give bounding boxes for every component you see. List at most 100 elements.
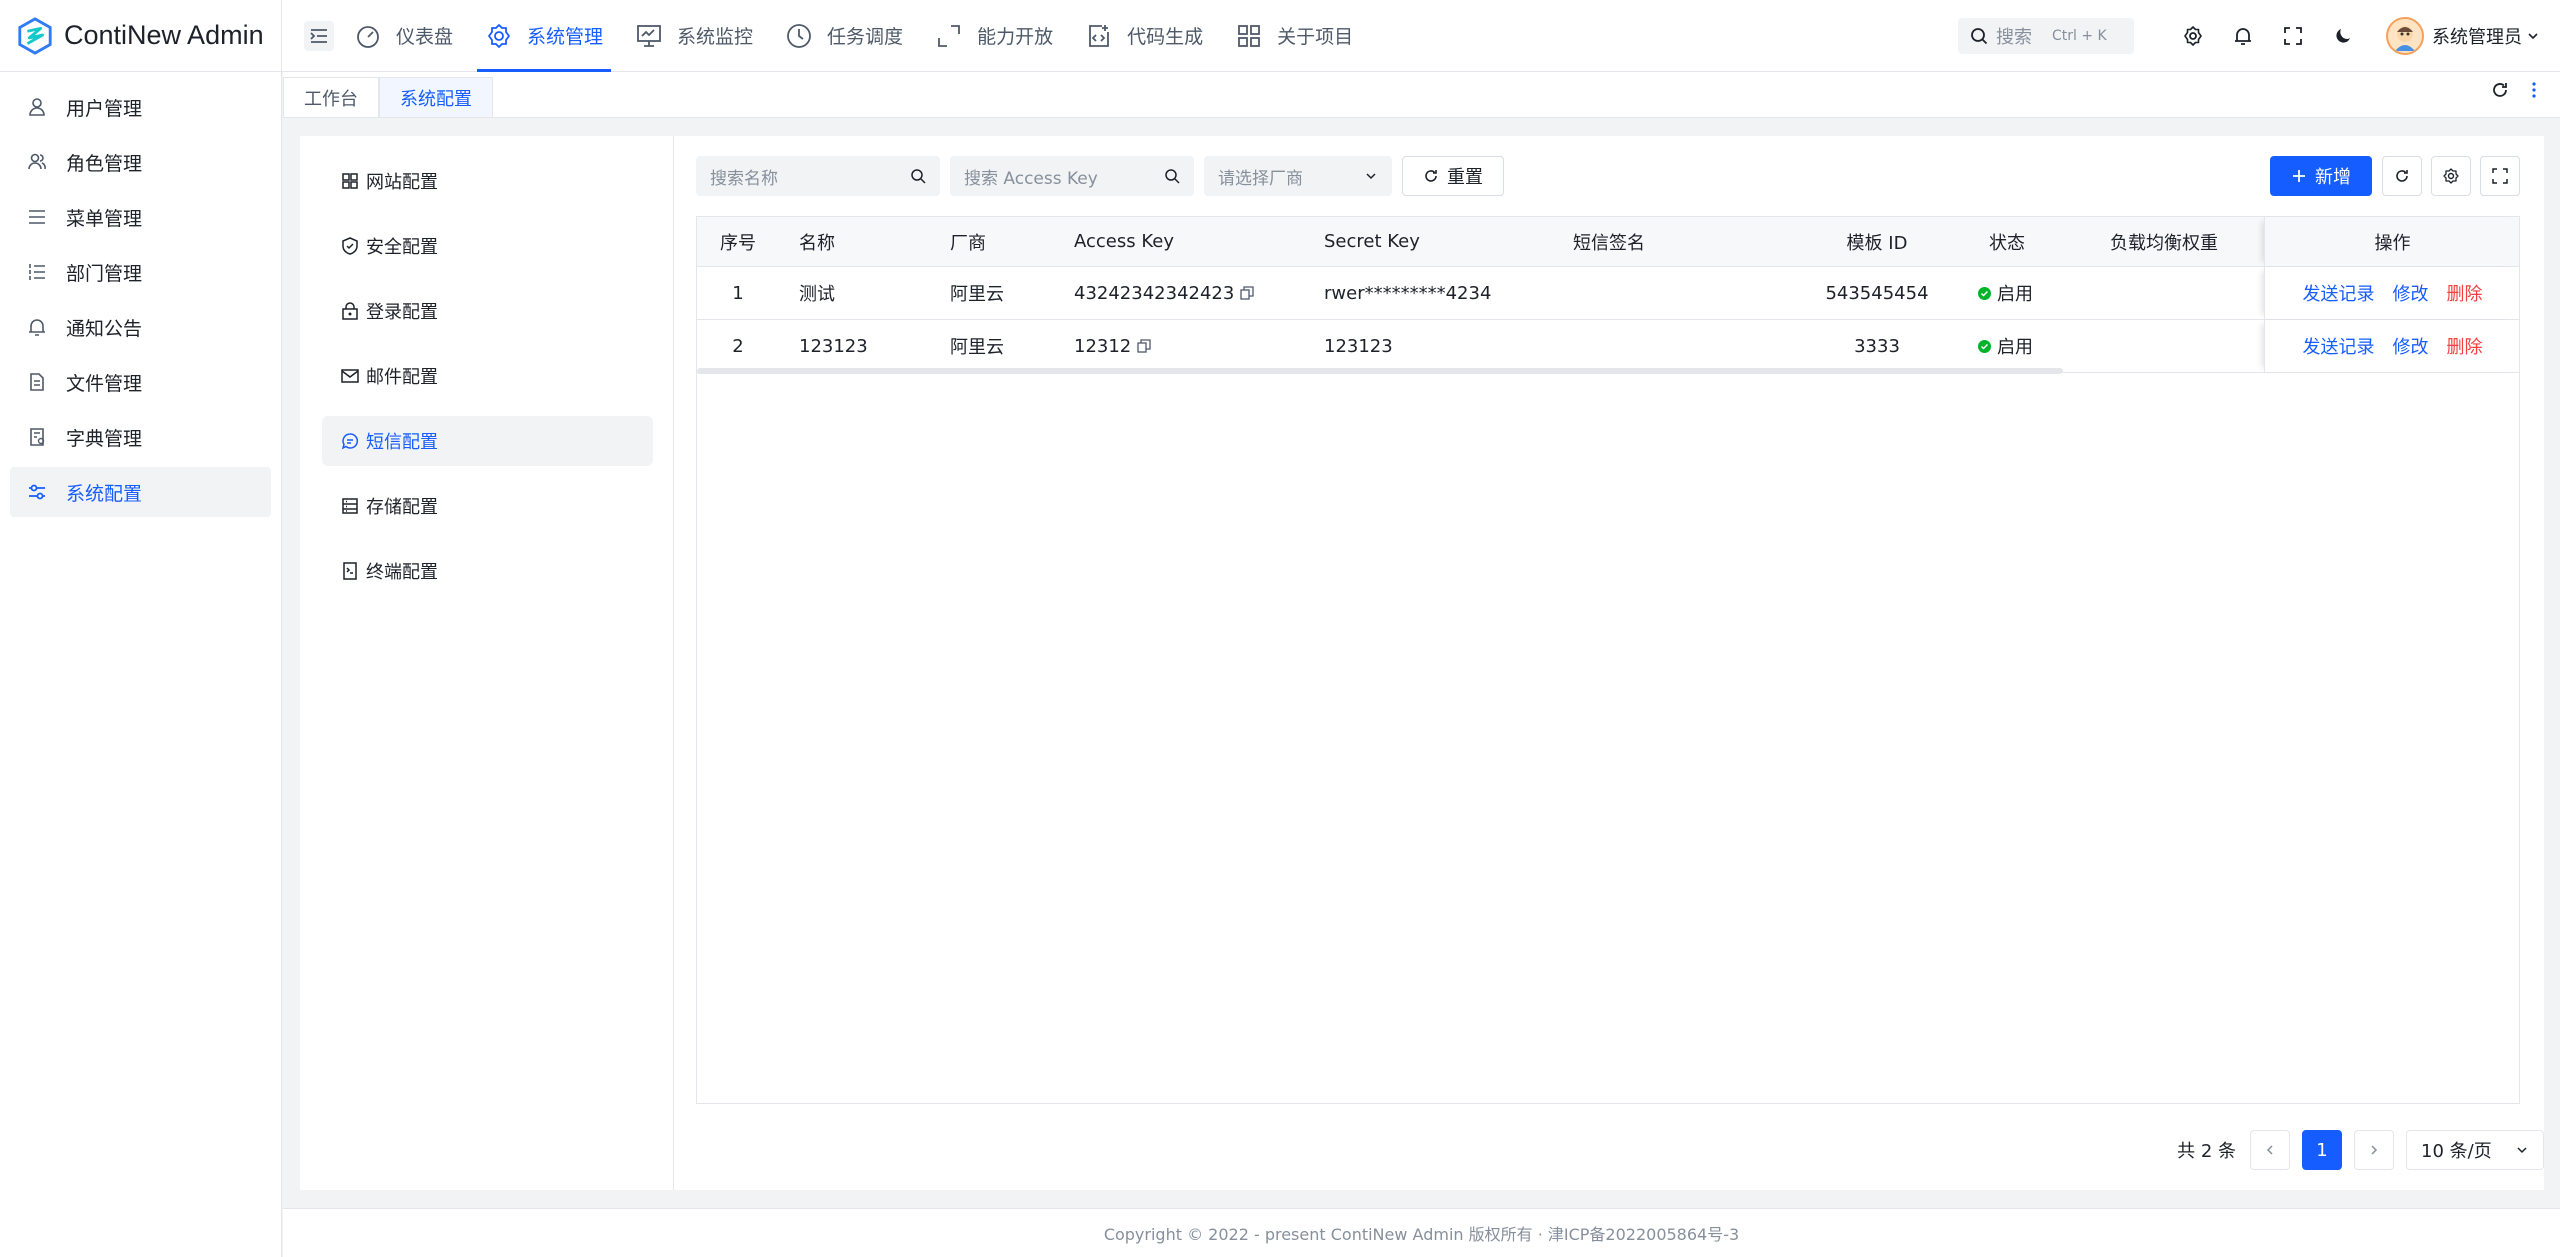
row-actions-group: 发送记录 修改 删除 [2265, 320, 2520, 372]
clock-icon [785, 22, 813, 50]
notification-button[interactable] [2218, 11, 2268, 61]
row-vendor: 阿里云 [950, 337, 1004, 358]
table-toolbar: 搜索名称 搜索 Access Key 请选择厂商 重置 新增 [696, 156, 2520, 196]
search-name-input[interactable]: 搜索名称 [696, 156, 940, 196]
subnav-login-config[interactable]: 登录配置 [322, 286, 653, 336]
column-header: Access Key [1074, 231, 1174, 252]
search-access-key-input[interactable]: 搜索 Access Key [950, 156, 1194, 196]
table-fullscreen-button[interactable] [2480, 156, 2520, 196]
tab-label: 工作台 [304, 88, 358, 110]
sidebar-item-roles[interactable]: 角色管理 [10, 137, 271, 187]
page-size-select[interactable]: 10 条/页 [2406, 1130, 2544, 1170]
fixed-actions-column: 操作 [2264, 217, 2519, 266]
prev-page-button[interactable] [2250, 1130, 2290, 1170]
success-check-icon [1978, 339, 1991, 353]
search-icon [911, 169, 926, 184]
reset-button[interactable]: 重置 [1402, 156, 1504, 196]
subnav-label: 安全配置 [366, 237, 438, 258]
add-button[interactable]: 新增 [2270, 156, 2372, 196]
subnav-label: 网站配置 [366, 172, 438, 193]
sidebar-item-files[interactable]: 文件管理 [10, 357, 271, 407]
global-search[interactable]: 搜索 Ctrl + K [1958, 18, 2134, 54]
next-page-button[interactable] [2354, 1130, 2394, 1170]
sidebar-item-menus[interactable]: 菜单管理 [10, 192, 271, 242]
copy-icon[interactable] [1137, 339, 1151, 353]
search-icon [1165, 169, 1180, 184]
horizontal-scrollbar[interactable] [697, 368, 2063, 374]
sliders-icon [26, 481, 48, 503]
chevron-left-icon [2266, 1145, 2273, 1155]
column-header: 名称 [799, 232, 835, 254]
input-placeholder: 搜索名称 [710, 168, 778, 189]
row-actions-group: 发送记录 修改 删除 [2265, 267, 2520, 319]
row-name: 123123 [799, 335, 868, 357]
gear-icon [485, 22, 513, 50]
sidebar-item-departments[interactable]: 部门管理 [10, 247, 271, 297]
topnav-system-monitor[interactable]: 系统监控 [619, 0, 769, 72]
subnav-label: 邮件配置 [366, 367, 438, 388]
sidebar-item-label: 文件管理 [66, 372, 143, 395]
row-index: 1 [732, 282, 744, 304]
topnav-system-management[interactable]: 系统管理 [469, 0, 619, 72]
subnav-sms-config[interactable]: 短信配置 [322, 416, 653, 466]
column-header: 负载均衡权重 [2110, 232, 2218, 254]
row-name: 测试 [799, 284, 835, 305]
table-header: 序号 名称 厂商 Access Key Secret Key 短信签名 模板 I… [697, 217, 2519, 267]
subnav-storage-config[interactable]: 存储配置 [322, 481, 653, 531]
apps-icon [340, 171, 360, 191]
storage-icon [340, 496, 360, 516]
tab-system-config[interactable]: 系统配置 [379, 77, 493, 117]
collapse-menu-button[interactable] [304, 20, 334, 51]
topnav-open-capability[interactable]: 能力开放 [919, 0, 1069, 72]
more-vertical-icon[interactable] [2524, 80, 2544, 100]
page-button-current[interactable]: 1 [2302, 1130, 2342, 1170]
vendor-select[interactable]: 请选择厂商 [1204, 156, 1392, 196]
subnav-security-config[interactable]: 安全配置 [322, 221, 653, 271]
send-records-link[interactable]: 发送记录 [2303, 280, 2375, 306]
gear-icon [2184, 26, 2202, 46]
sms-config-panel: 搜索名称 搜索 Access Key 请选择厂商 重置 新增 序号 名称 厂商 … [696, 136, 2544, 1190]
column-header: 操作 [2374, 232, 2411, 254]
topnav-dashboard[interactable]: 仪表盘 [338, 0, 469, 72]
success-check-icon [1978, 286, 1991, 300]
tab-workbench[interactable]: 工作台 [283, 77, 379, 117]
sidebar-item-dictionary[interactable]: 字典管理 [10, 412, 271, 462]
theme-toggle-button[interactable] [2318, 11, 2368, 61]
app-logo[interactable]: ContiNew Admin [0, 0, 282, 72]
subnav-label: 终端配置 [366, 562, 438, 583]
delete-link[interactable]: 删除 [2447, 280, 2483, 306]
tabs-actions [2490, 80, 2544, 100]
dictionary-icon [26, 426, 48, 448]
edit-link[interactable]: 修改 [2393, 333, 2429, 359]
sidebar-item-system-config[interactable]: 系统配置 [10, 467, 271, 517]
sidebar-item-notices[interactable]: 通知公告 [10, 302, 271, 352]
subnav-mail-config[interactable]: 邮件配置 [322, 351, 653, 401]
row-actions: 发送记录 修改 删除 [2264, 320, 2519, 372]
edit-link[interactable]: 修改 [2393, 280, 2429, 306]
settings-button[interactable] [2168, 11, 2218, 61]
refresh-icon[interactable] [2490, 80, 2510, 100]
subnav-terminal-config[interactable]: 终端配置 [322, 546, 653, 596]
moon-icon [2336, 29, 2350, 43]
copy-icon[interactable] [1240, 286, 1254, 300]
topnav-task-scheduling[interactable]: 任务调度 [769, 0, 919, 72]
pagination-total: 共 2 条 [2177, 1141, 2236, 1162]
send-records-link[interactable]: 发送记录 [2303, 333, 2375, 359]
content-card: 网站配置 安全配置 登录配置 邮件配置 短信配置 存储配置 终端配置 搜索名称 … [300, 136, 2544, 1190]
user-menu[interactable]: 系统管理员 [2386, 17, 2540, 55]
sidebar-item-users[interactable]: 用户管理 [10, 82, 271, 132]
fullscreen-button[interactable] [2268, 11, 2318, 61]
menu-list-icon [26, 206, 48, 228]
topnav-code-generation[interactable]: 代码生成 [1069, 0, 1219, 72]
expand-icon [935, 22, 963, 50]
delete-link[interactable]: 删除 [2447, 333, 2483, 359]
column-settings-button[interactable] [2431, 156, 2471, 196]
file-icon [26, 371, 48, 393]
table-refresh-button[interactable] [2382, 156, 2422, 196]
row-template-id: 3333 [1854, 335, 1900, 357]
chevron-down-icon [2528, 33, 2538, 40]
topnav-about-project[interactable]: 关于项目 [1219, 0, 1369, 72]
access-key-value: 43242342342423 [1074, 282, 1235, 304]
header-actions: 搜索 Ctrl + K 系统管理员 [1958, 0, 2560, 72]
subnav-site-config[interactable]: 网站配置 [322, 156, 653, 206]
